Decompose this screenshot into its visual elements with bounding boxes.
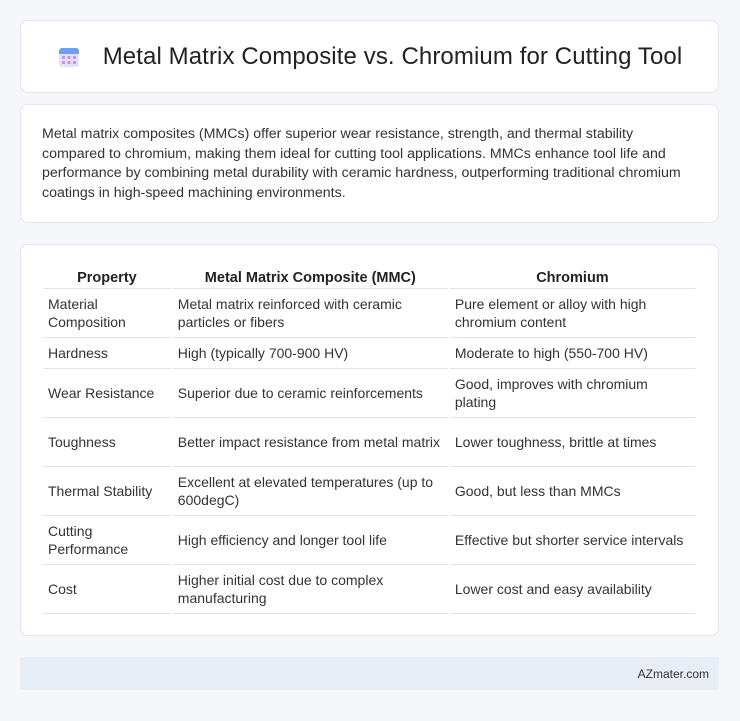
property-cell: Hardness [43,338,171,369]
mmc-cell: High (typically 700-900 HV) [172,338,448,369]
chromium-cell: Good, but less than MMCs [449,467,695,516]
header-chromium: Chromium [449,267,695,289]
table-row: Toughness Better impact resistance from … [43,418,695,467]
calendar-icon [58,47,79,67]
chromium-cell: Lower toughness, brittle at times [449,418,695,467]
comparison-card: Property Metal Matrix Composite (MMC) Ch… [20,244,719,636]
mmc-cell: Metal matrix reinforced with ceramic par… [172,289,448,338]
property-cell: Thermal Stability [43,467,171,516]
chromium-cell: Moderate to high (550-700 HV) [449,338,695,369]
table-row: Thermal Stability Excellent at elevated … [43,467,695,516]
table-row: Cutting Performance High efficiency and … [43,516,695,565]
chromium-cell: Pure element or alloy with high chromium… [449,289,695,338]
property-cell: Cutting Performance [43,516,171,565]
chromium-cell: Lower cost and easy availability [449,565,695,614]
chromium-cell: Effective but shorter service intervals [449,516,695,565]
table-row: Cost Higher initial cost due to complex … [43,565,695,614]
table-row: Hardness High (typically 700-900 HV) Mod… [43,338,695,369]
intro-paragraph: Metal matrix composites (MMCs) offer sup… [42,126,681,201]
mmc-cell: Superior due to ceramic reinforcements [172,369,448,418]
property-cell: Toughness [43,418,171,467]
property-cell: Material Composition [43,289,171,338]
footer-bar: AZmater.com [20,657,719,690]
table-header-row: Property Metal Matrix Composite (MMC) Ch… [43,267,695,289]
mmc-cell: Excellent at elevated temperatures (up t… [172,467,448,516]
mmc-cell: High efficiency and longer tool life [172,516,448,565]
mmc-cell: Higher initial cost due to complex manuf… [172,565,448,614]
chromium-cell: Good, improves with chromium plating [449,369,695,418]
mmc-cell: Better impact resistance from metal matr… [172,418,448,467]
header-property: Property [43,267,171,289]
footer-site-link[interactable]: AZmater.com [638,667,709,681]
property-cell: Wear Resistance [43,369,171,418]
table-row: Material Composition Metal matrix reinfo… [43,289,695,338]
page-title: Metal Matrix Composite vs. Chromium for … [102,42,683,70]
intro-card: Metal matrix composites (MMCs) offer sup… [20,104,719,223]
title-card: Metal Matrix Composite vs. Chromium for … [20,20,719,93]
header-mmc: Metal Matrix Composite (MMC) [172,267,448,289]
comparison-table: Property Metal Matrix Composite (MMC) Ch… [41,267,697,614]
table-row: Wear Resistance Superior due to ceramic … [43,369,695,418]
property-cell: Cost [43,565,171,614]
